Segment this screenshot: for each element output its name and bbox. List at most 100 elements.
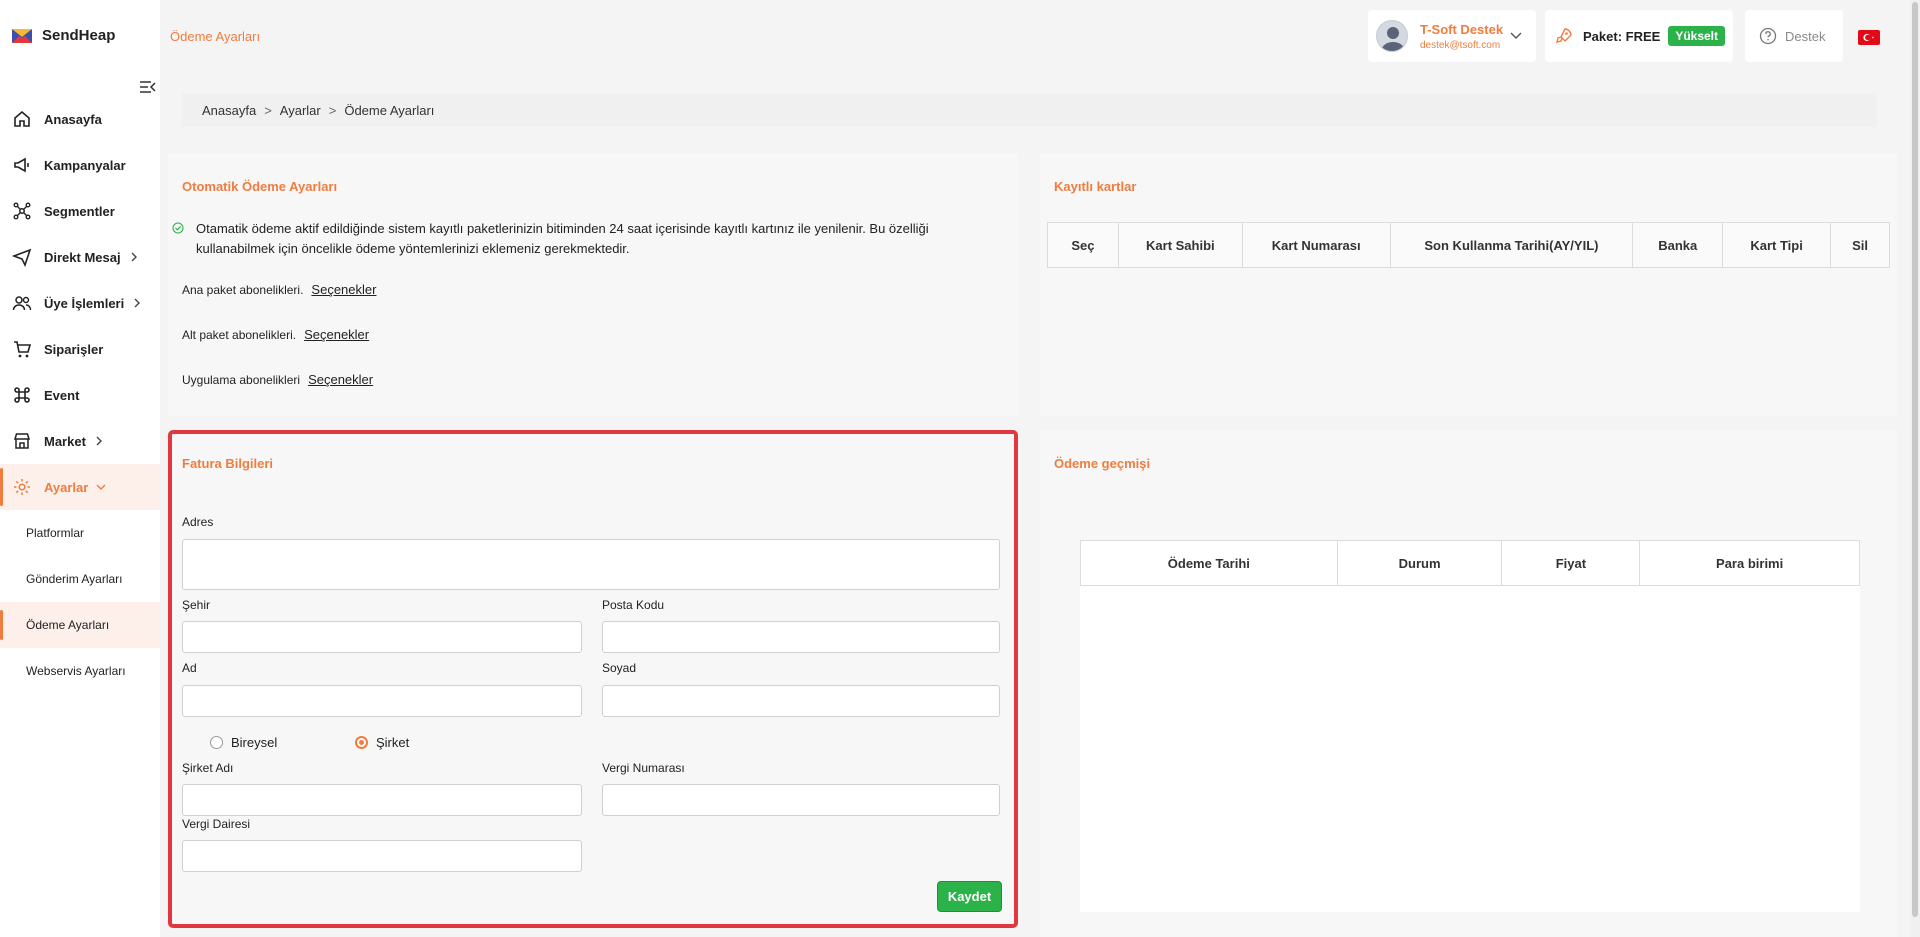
sidebar-item-segmentler[interactable]: Segmentler <box>0 188 160 234</box>
collapse-sidebar-icon[interactable] <box>138 79 158 95</box>
sub-subscription-row: Alt paket abonelikleri. Seçenekler <box>182 327 369 342</box>
invoice-card: Fatura Bilgileri Adres Şehir Posta Kodu … <box>168 430 1018 928</box>
chevron-down-icon <box>96 484 106 490</box>
last-name-field[interactable] <box>602 685 1000 717</box>
user-icon <box>1381 27 1405 51</box>
sidebar-item-label: Kampanyalar <box>44 157 126 173</box>
tax-number-label: Vergi Numarası <box>602 761 685 775</box>
chevron-right-icon <box>96 436 102 446</box>
app-subscription-label: Uygulama abonelikleri <box>182 373 301 387</box>
submenu-item-gonderim-ayarlari[interactable]: Gönderim Ayarları <box>0 556 160 602</box>
tax-office-field[interactable] <box>182 840 582 872</box>
company-name-field[interactable] <box>182 784 582 816</box>
chevron-right-icon <box>134 298 141 308</box>
page-scrollbar[interactable] <box>1910 0 1920 937</box>
rocket-icon <box>1556 28 1572 43</box>
turkish-flag-icon[interactable] <box>1858 30 1880 45</box>
support-button[interactable]: Destek <box>1745 10 1843 62</box>
plan-label: Paket: FREE <box>1583 28 1661 44</box>
sidebar-item-label: Direkt Mesaj <box>44 249 121 265</box>
main-subscription-label: Ana paket abonelikleri. <box>182 283 304 297</box>
breadcrumb-separator: > <box>264 102 272 118</box>
sidebar-item-event[interactable]: Event <box>0 372 160 418</box>
users-icon <box>12 293 32 313</box>
submenu-item-platformlar[interactable]: Platformlar <box>0 510 160 556</box>
payment-history-table: Ödeme Tarihi Durum Fiyat Para birimi <box>1080 540 1860 586</box>
app-name: SendHeap <box>42 27 116 44</box>
send-icon <box>12 247 32 267</box>
upgrade-button[interactable]: Yükselt <box>1668 26 1725 46</box>
breadcrumb: Anasayfa > Ayarlar > Ödeme Ayarları <box>182 93 1877 127</box>
breadcrumb-separator: > <box>328 102 337 118</box>
saved-cards-card: Kayıtlı kartlar Seç Kart Sahibi Kart Num… <box>1040 153 1897 416</box>
app-subscription-options-link[interactable]: Seçenekler <box>308 372 373 387</box>
save-button[interactable]: Kaydet <box>937 881 1002 912</box>
payment-history-card: Ödeme geçmişi Ödeme Tarihi Durum Fiyat P… <box>1040 430 1897 937</box>
radio-checked-icon <box>355 736 368 749</box>
breadcrumb-item-ayarlar[interactable]: Ayarlar <box>280 103 321 118</box>
company-name-label: Şirket Adı <box>182 761 234 775</box>
breadcrumb-item-current: Ödeme Ayarları <box>344 102 435 118</box>
sidebar-item-label: Segmentler <box>44 203 115 219</box>
store-icon <box>12 431 32 451</box>
column-header-delete: Sil <box>1830 222 1890 268</box>
address-field[interactable] <box>182 539 1000 590</box>
auto-payment-info-text: Otamatik ödeme aktif edildiğinde sistem … <box>196 221 929 256</box>
saved-cards-table: Seç Kart Sahibi Kart Numarası Son Kullan… <box>1047 222 1890 268</box>
column-header-card-type: Kart Tipi <box>1722 222 1832 268</box>
auto-payment-card: Otomatik Ödeme Ayarları Otamatik ödeme a… <box>168 153 1018 416</box>
company-radio[interactable]: Şirket <box>355 735 409 750</box>
breadcrumb-item-anasayfa[interactable]: Anasayfa <box>202 103 256 118</box>
sidebar-item-siparisler[interactable]: Siparişler <box>0 326 160 372</box>
page-title: Ödeme Ayarları <box>170 29 261 44</box>
column-header-card-number: Kart Numarası <box>1241 222 1391 268</box>
sidebar-nav: Anasayfa Kampanyalar Segmentler Direkt M… <box>0 96 160 694</box>
user-name: T-Soft Destek <box>1420 21 1504 37</box>
sidebar-item-label: Anasayfa <box>44 111 102 127</box>
user-menu[interactable]: T-Soft Destek destek@tsoft.com <box>1368 10 1536 62</box>
chevron-down-icon[interactable] <box>1510 31 1522 41</box>
sub-subscription-options-link[interactable]: Seçenekler <box>304 327 369 342</box>
sidebar-item-anasayfa[interactable]: Anasayfa <box>0 96 160 142</box>
app-root: SendHeap Anasayfa Kampanyalar Segmentler… <box>0 0 1920 937</box>
tax-number-field[interactable] <box>602 784 1000 816</box>
sidebar-item-uye-islemleri[interactable]: Üye İşlemleri <box>0 280 160 326</box>
postal-code-field[interactable] <box>602 621 1000 653</box>
payment-history-table-area: Ödeme Tarihi Durum Fiyat Para birimi <box>1080 540 1860 912</box>
sidebar-item-market[interactable]: Market <box>0 418 160 464</box>
table-header-row: Ödeme Tarihi Durum Fiyat Para birimi <box>1080 540 1860 586</box>
column-header-select: Seç <box>1047 222 1119 268</box>
support-label: Destek <box>1785 28 1826 44</box>
plan-box: Paket: FREE Yükselt <box>1545 10 1733 62</box>
sidebar-item-label: Market <box>44 433 86 449</box>
column-header-card-holder: Kart Sahibi <box>1117 222 1243 268</box>
check-circle-icon <box>172 222 184 234</box>
chevron-right-icon <box>131 252 137 262</box>
submenu-item-odeme-ayarlari[interactable]: Ödeme Ayarları <box>0 602 160 648</box>
brand[interactable]: SendHeap <box>12 27 115 44</box>
main-subscription-options-link[interactable]: Seçenekler <box>311 282 376 297</box>
submenu-item-webservis-ayarlari[interactable]: Webservis Ayarları <box>0 648 160 694</box>
first-name-field[interactable] <box>182 685 582 717</box>
payment-history-title: Ödeme geçmişi <box>1054 456 1151 471</box>
column-header-bank: Banka <box>1632 222 1724 268</box>
avatar <box>1376 20 1408 52</box>
app-subscription-row: Uygulama abonelikleri Seçenekler <box>182 372 373 387</box>
logo-icon <box>12 28 32 43</box>
city-label: Şehir <box>182 598 211 612</box>
user-email: destek@tsoft.com <box>1420 39 1501 51</box>
sidebar-item-label: Event <box>44 387 80 403</box>
main-subscription-row: Ana paket abonelikleri. Seçenekler <box>182 282 376 297</box>
scrollbar-thumb[interactable] <box>1912 2 1918 917</box>
city-field[interactable] <box>182 621 582 653</box>
individual-radio[interactable]: Bireysel <box>210 735 277 750</box>
sidebar-item-ayarlar[interactable]: Ayarlar <box>0 464 160 510</box>
sidebar-item-direkt-mesaj[interactable]: Direkt Mesaj <box>0 234 160 280</box>
sidebar-item-kampanyalar[interactable]: Kampanyalar <box>0 142 160 188</box>
home-icon <box>12 109 32 129</box>
sub-subscription-label: Alt paket abonelikleri. <box>182 328 297 342</box>
gear-icon <box>12 477 32 497</box>
table-header-row: Seç Kart Sahibi Kart Numarası Son Kullan… <box>1047 222 1890 268</box>
first-name-label: Ad <box>182 661 197 675</box>
auto-payment-title: Otomatik Ödeme Ayarları <box>182 179 338 194</box>
